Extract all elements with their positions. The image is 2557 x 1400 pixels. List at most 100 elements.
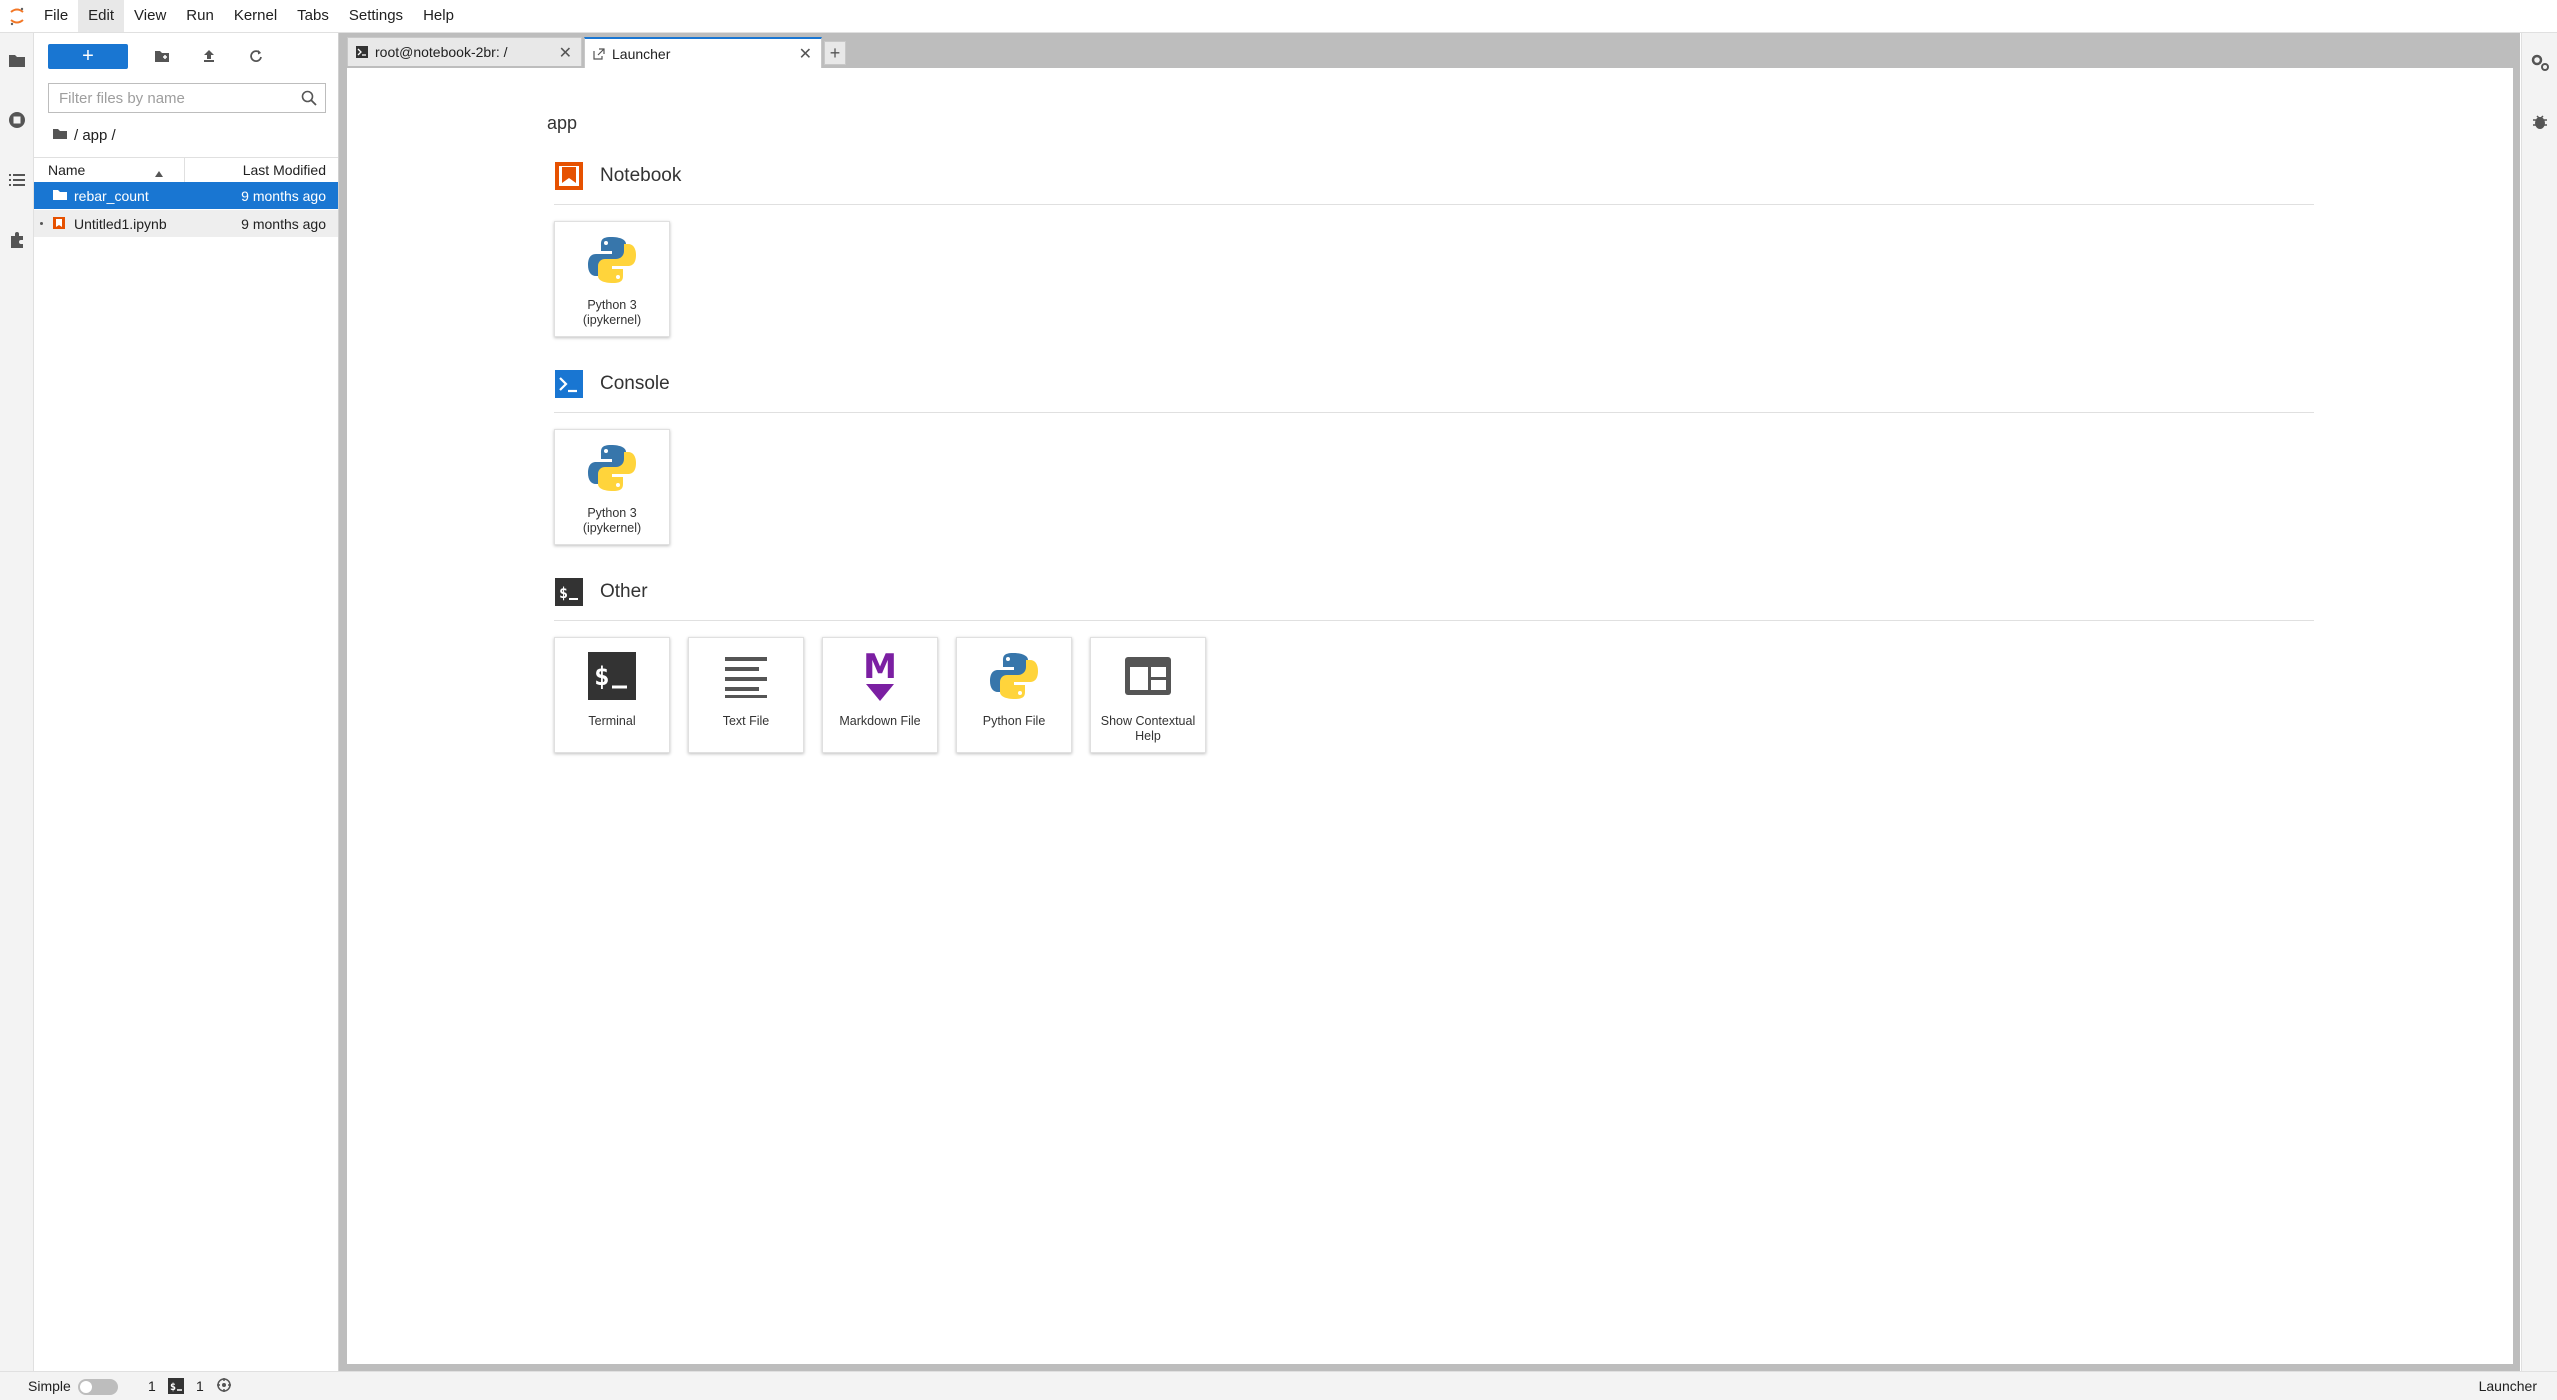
menu-edit[interactable]: Edit	[78, 0, 125, 32]
file-modified: 9 months ago	[241, 188, 326, 204]
card-label: Terminal	[588, 714, 636, 728]
launcher-section-notebook: Notebook Python 3 (ipykernel)	[554, 160, 2314, 337]
section-title: Notebook	[600, 165, 682, 186]
close-icon[interactable]: ✕	[559, 43, 572, 63]
extensions-icon[interactable]	[6, 229, 28, 251]
tab-launcher[interactable]: Launcher ✕	[584, 37, 822, 68]
breadcrumb-path[interactable]: / app /	[74, 127, 116, 144]
simple-mode-label: Simple	[28, 1378, 71, 1394]
menu-kernel[interactable]: Kernel	[224, 0, 287, 32]
launcher-section-console: Console Python 3 (ipykernel)	[554, 368, 2314, 545]
text-file-icon	[718, 648, 774, 704]
file-filter-input[interactable]: Filter files by name	[48, 83, 326, 113]
new-folder-icon[interactable]	[149, 43, 175, 69]
launcher-cwd: app	[547, 113, 578, 133]
tab-bar: root@notebook-2br: / ✕ Launcher ✕ +	[347, 37, 846, 68]
card-label: Markdown File	[839, 714, 921, 728]
kernel-status-icon[interactable]	[216, 1377, 232, 1396]
launcher-card-markdown-file[interactable]: M Markdown File	[822, 637, 938, 753]
menu-help[interactable]: Help	[413, 0, 464, 32]
upload-icon[interactable]	[196, 43, 222, 69]
refresh-icon[interactable]	[243, 43, 269, 69]
status-current-activity: Launcher	[2478, 1378, 2537, 1394]
breadcrumb: / app /	[52, 127, 116, 144]
add-tab-button[interactable]: +	[824, 41, 846, 65]
menu-tabs[interactable]: Tabs	[287, 0, 339, 32]
contextual-help-icon	[1120, 648, 1176, 704]
running-sessions-icon[interactable]	[6, 109, 28, 131]
file-name: Untitled1.ipynb	[74, 216, 167, 232]
launcher-panel: app Notebook Python 3 (ipykernel) Consol…	[347, 68, 2513, 1364]
toggle-knob	[80, 1381, 92, 1393]
search-icon	[301, 90, 317, 110]
terminal-icon: $	[584, 648, 640, 704]
tab-label: Launcher	[612, 45, 671, 62]
menu-file[interactable]: File	[34, 0, 78, 32]
property-inspector-icon[interactable]	[2529, 51, 2551, 73]
file-name: rebar_count	[74, 188, 149, 204]
close-icon[interactable]: ✕	[799, 44, 812, 64]
status-bar: Simple 1 $ 1 Launcher	[0, 1371, 2557, 1400]
file-row[interactable]: rebar_count 9 months ago	[34, 182, 338, 209]
menu-view[interactable]: View	[124, 0, 176, 32]
card-label: Python File	[982, 714, 1046, 728]
card-label: Show Contextual Help	[1100, 714, 1196, 743]
launcher-card-python-notebook[interactable]: Python 3 (ipykernel)	[554, 221, 670, 337]
menu-settings[interactable]: Settings	[339, 0, 413, 32]
folder-icon	[52, 188, 68, 204]
section-title: Other	[600, 581, 648, 602]
card-label: Text File	[722, 714, 770, 728]
debugger-icon[interactable]	[2529, 111, 2551, 133]
new-launcher-button[interactable]: +	[48, 43, 128, 69]
simple-mode-toggle[interactable]	[78, 1379, 118, 1395]
file-browser: + Filter files by name / app / Name Last…	[34, 33, 339, 1371]
terminal-icon: $	[168, 1378, 184, 1397]
file-list-header: Name Last Modified	[34, 157, 338, 183]
kernel-count[interactable]: 1	[148, 1378, 156, 1394]
launcher-card-terminal[interactable]: $ Terminal	[554, 637, 670, 753]
filter-placeholder: Filter files by name	[59, 89, 185, 107]
menu-bar: File Edit View Run Kernel Tabs Settings …	[0, 0, 2557, 33]
terminal-count[interactable]: 1	[196, 1378, 204, 1394]
launcher-card-text-file[interactable]: Text File	[688, 637, 804, 753]
launcher-card-python-file[interactable]: Python File	[956, 637, 1072, 753]
svg-text:$: $	[594, 662, 610, 692]
python-icon	[584, 440, 640, 496]
terminal-icon	[356, 46, 368, 58]
jupyter-logo-icon	[0, 0, 34, 32]
notebook-icon	[52, 216, 66, 233]
card-label: Python 3 (ipykernel)	[582, 298, 642, 327]
svg-text:$: $	[559, 584, 568, 602]
column-divider	[184, 158, 185, 182]
console-icon	[554, 369, 584, 399]
sort-ascending-icon	[154, 165, 164, 181]
card-label: Python 3 (ipykernel)	[582, 506, 642, 535]
markdown-icon: M	[852, 648, 908, 704]
left-sidebar	[0, 33, 34, 1371]
right-sidebar	[2521, 33, 2557, 1371]
file-modified: 9 months ago	[241, 216, 326, 232]
running-indicator	[40, 222, 43, 225]
folder-icon[interactable]	[6, 49, 28, 71]
file-browser-toolbar: +	[48, 43, 269, 69]
python-icon	[584, 232, 640, 288]
column-header-name[interactable]: Name	[48, 162, 85, 178]
menu-run[interactable]: Run	[176, 0, 224, 32]
file-row[interactable]: Untitled1.ipynb 9 months ago	[34, 210, 338, 237]
home-folder-icon[interactable]	[52, 127, 68, 144]
terminal-section-icon: $	[554, 577, 584, 607]
section-title: Console	[600, 373, 670, 394]
column-header-modified[interactable]: Last Modified	[243, 162, 326, 178]
launcher-card-python-console[interactable]: Python 3 (ipykernel)	[554, 429, 670, 545]
tab-terminal[interactable]: root@notebook-2br: / ✕	[347, 37, 582, 66]
launcher-section-other: $ Other $ Terminal Text File M Markdown …	[554, 576, 2314, 753]
tab-label: root@notebook-2br: /	[375, 44, 508, 60]
python-icon	[986, 648, 1042, 704]
launcher-card-contextual-help[interactable]: Show Contextual Help	[1090, 637, 1206, 753]
notebook-icon	[554, 161, 584, 191]
section-header: $ Other	[554, 576, 2314, 621]
svg-text:M: M	[863, 648, 897, 687]
launcher-icon	[593, 47, 605, 60]
table-of-contents-icon[interactable]	[6, 169, 28, 191]
section-header: Notebook	[554, 160, 2314, 205]
